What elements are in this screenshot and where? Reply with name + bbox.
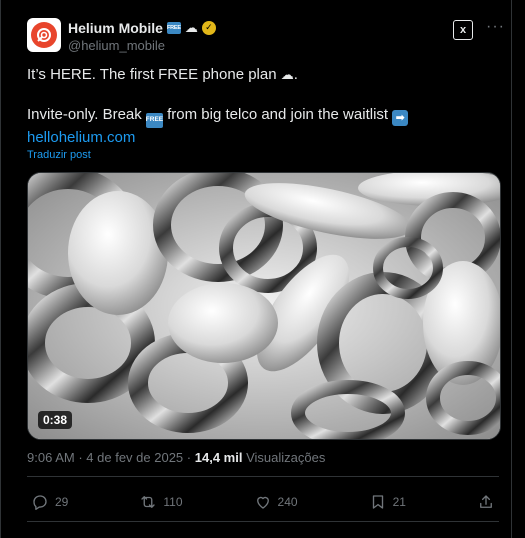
tweet-line-1-text: It’s HERE. The first FREE phone plan bbox=[27, 66, 281, 83]
helium-logo-icon bbox=[31, 22, 57, 48]
bookmark-icon bbox=[372, 495, 383, 509]
like-count: 240 bbox=[277, 495, 298, 509]
tweet-text: It’s HERE. The first FREE phone plan ☁. … bbox=[27, 65, 497, 148]
reply-count: 29 bbox=[55, 495, 69, 509]
right-border bbox=[511, 0, 512, 538]
divider bbox=[27, 521, 499, 522]
cloud-icon: ☁ bbox=[184, 20, 198, 35]
cloud-icon: ☁ bbox=[280, 67, 294, 82]
share-icon bbox=[480, 495, 492, 508]
meta-separator: · bbox=[186, 450, 192, 465]
tweet-line-2: Invite-only. Break FREE from big telco a… bbox=[27, 105, 497, 128]
free-badge-icon: FREE bbox=[166, 21, 181, 34]
video-duration: 0:38 bbox=[38, 411, 73, 429]
tweet-line-2-start: Invite-only. Break bbox=[27, 106, 146, 123]
meta-separator: · bbox=[78, 450, 83, 465]
author-handle[interactable]: @helium_mobile bbox=[68, 38, 216, 53]
video-player[interactable]: 0:38 bbox=[27, 172, 501, 440]
repost-icon bbox=[141, 496, 156, 508]
bookmark-count: 21 bbox=[392, 495, 406, 509]
share-button[interactable] bbox=[477, 493, 495, 511]
post-date[interactable]: 4 de fev de 2025 bbox=[86, 450, 183, 465]
tweet-line-2-end: from big telco and join the waitlist bbox=[162, 106, 393, 123]
reply-icon bbox=[33, 495, 47, 510]
like-button[interactable]: 240 bbox=[254, 493, 298, 511]
video-thumbnail bbox=[28, 173, 500, 439]
left-border bbox=[0, 0, 1, 538]
post-header: Helium Mobile FREE ☁ ✓ @helium_mobile x … bbox=[27, 18, 505, 58]
tweet-link[interactable]: hellohelium.com bbox=[27, 129, 135, 146]
verified-badge-icon[interactable]: ✓ bbox=[201, 20, 216, 35]
repost-button[interactable]: 110 bbox=[139, 493, 183, 511]
more-options-icon[interactable]: ··· bbox=[486, 18, 505, 36]
bookmark-button[interactable]: 21 bbox=[369, 493, 406, 511]
tweet-line-1-end: . bbox=[293, 66, 298, 83]
author-names: Helium Mobile FREE ☁ ✓ @helium_mobile bbox=[68, 19, 216, 53]
action-bar: 29 110 240 21 bbox=[31, 492, 495, 512]
avatar[interactable] bbox=[27, 18, 61, 52]
reply-button[interactable]: 29 bbox=[31, 493, 68, 511]
translate-post-link[interactable]: Traduzir post bbox=[27, 149, 91, 161]
divider bbox=[27, 476, 499, 477]
grok-icon[interactable]: x bbox=[453, 20, 473, 40]
post-time[interactable]: 9:06 AM bbox=[27, 450, 75, 465]
heart-icon bbox=[256, 496, 269, 509]
views-count: 14,4 mil bbox=[194, 450, 243, 465]
post-meta: 9:06 AM · 4 de fev de 2025 · 14,4 mil Vi… bbox=[27, 450, 325, 465]
arrow-right-icon: ➡ bbox=[392, 110, 409, 126]
tweet-line-1: It’s HERE. The first FREE phone plan ☁. bbox=[27, 65, 497, 85]
views-label: Visualizações bbox=[246, 450, 326, 465]
repost-count: 110 bbox=[163, 495, 183, 509]
free-emoji-icon: FREE bbox=[146, 112, 163, 128]
display-name[interactable]: Helium Mobile bbox=[68, 20, 163, 36]
grok-label: x bbox=[459, 24, 467, 36]
